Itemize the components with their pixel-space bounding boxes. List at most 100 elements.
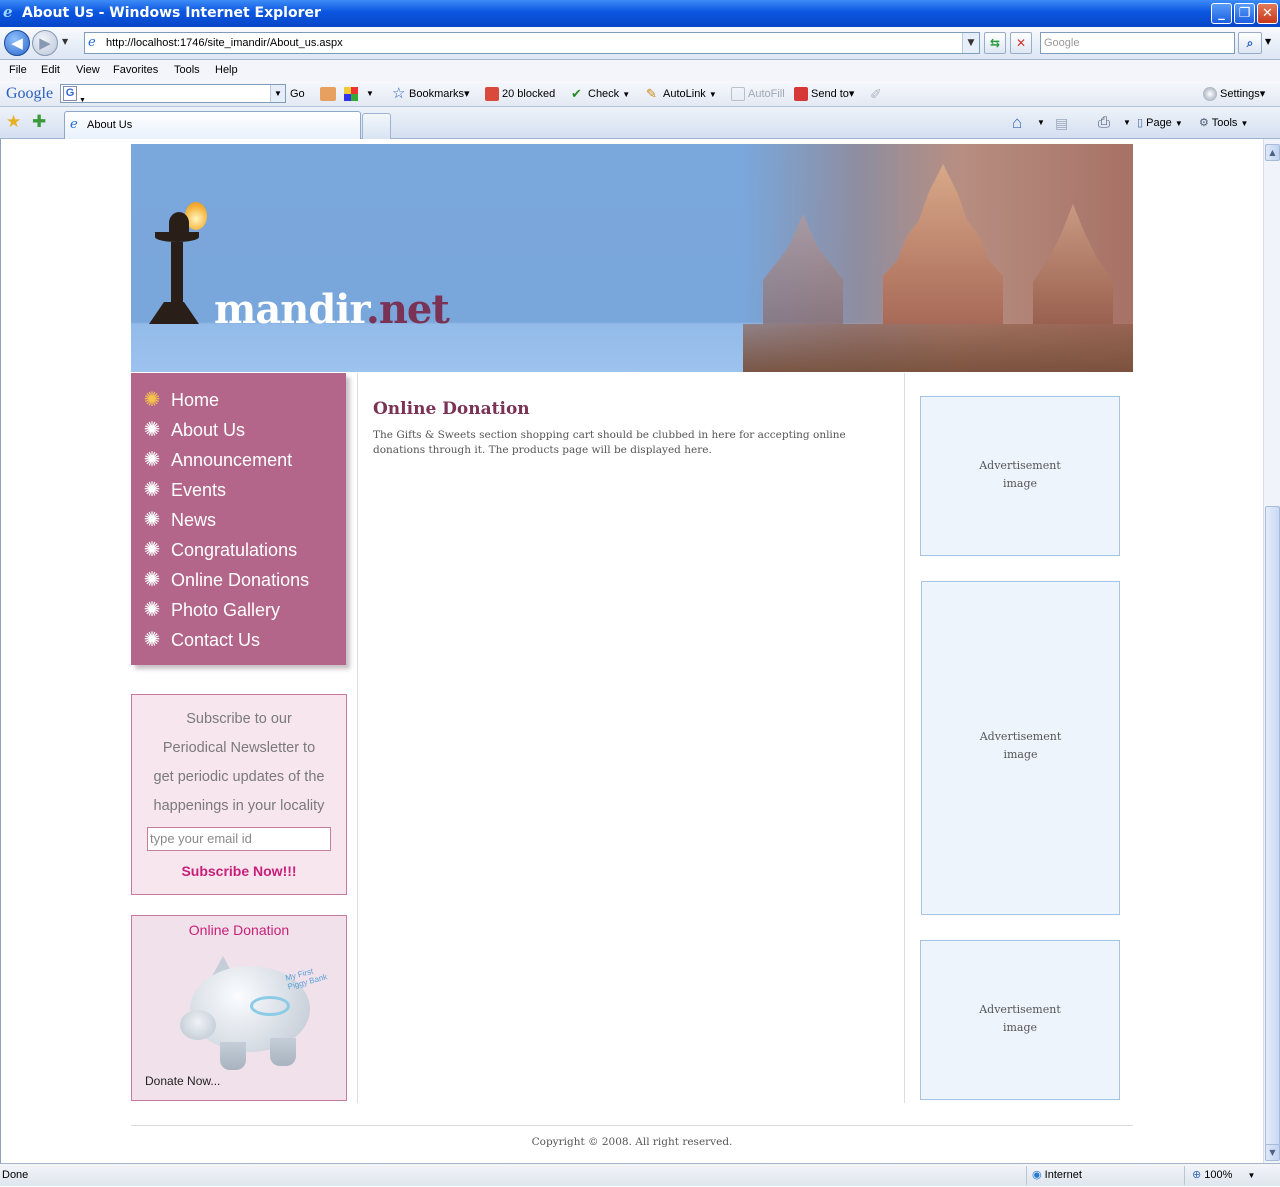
site-logo[interactable]: mandir.net: [214, 286, 450, 334]
subscribe-button[interactable]: Subscribe Now!!!: [132, 863, 346, 879]
scroll-thumb[interactable]: [1265, 506, 1280, 1146]
newsletter-line: Subscribe to our: [186, 711, 292, 727]
piggy-bank-text: My First Piggy Bank: [284, 966, 329, 992]
bookmarks-button[interactable]: ☆ Bookmarks▾: [392, 81, 470, 107]
sun-icon: ✺: [143, 539, 161, 561]
back-button[interactable]: ◀: [4, 30, 30, 56]
advertisement-3[interactable]: Advertisement image: [920, 940, 1120, 1100]
tab-about-us[interactable]: e About Us: [64, 111, 361, 139]
autofill-button[interactable]: AutoFill: [731, 81, 785, 107]
menu-view[interactable]: View: [76, 60, 100, 81]
newsletter-text: Subscribe to our Periodical Newsletter t…: [132, 705, 346, 821]
nav-contact-us[interactable]: ✺ Contact Us: [141, 625, 260, 655]
address-toolbar: ◀ ▶ ▼ e http://localhost:1746/site_imand…: [0, 27, 1280, 60]
nav-online-donations[interactable]: ✺ Online Donations: [141, 565, 309, 595]
forward-button[interactable]: ▶: [32, 30, 58, 56]
restore-button[interactable]: ❐: [1234, 3, 1255, 24]
google-search-dropdown[interactable]: ▼: [270, 85, 285, 102]
send-to-button[interactable]: Send to▾: [794, 81, 854, 107]
page-menu[interactable]: ▯ Page ▼: [1137, 107, 1183, 140]
menu-favorites[interactable]: Favorites: [113, 60, 158, 81]
new-tab-button[interactable]: [362, 113, 391, 139]
footer-divider: [131, 1125, 1133, 1126]
content-divider-right: [904, 373, 905, 1103]
google-g-icon[interactable]: G: [63, 86, 77, 101]
address-url[interactable]: http://localhost:1746/site_imandir/About…: [106, 33, 343, 53]
email-field[interactable]: type your email id: [147, 827, 331, 851]
ad-label: Advertisement: [979, 1003, 1061, 1016]
vertical-scrollbar[interactable]: ▲ ▼: [1263, 139, 1280, 1163]
address-dropdown-icon[interactable]: ▼: [962, 33, 979, 53]
sun-icon: ✺: [143, 599, 161, 621]
home-icon[interactable]: ⌂: [1012, 107, 1022, 139]
newsletter-line: get periodic updates of the: [153, 769, 325, 785]
nav-events[interactable]: ✺ Events: [141, 475, 226, 505]
newsletter-line: happenings in your locality: [153, 798, 325, 814]
nav-home[interactable]: ✺ Home: [141, 385, 219, 415]
google-search-box[interactable]: G ▼ ▼: [60, 84, 286, 104]
toolbar-popup-icon[interactable]: [344, 87, 358, 101]
refresh-button[interactable]: ⇆: [984, 32, 1006, 54]
online-donation-box[interactable]: Online Donation My First Piggy Bank Dona…: [131, 915, 347, 1101]
tab-page-icon: e: [70, 117, 78, 132]
sun-icon: ✺: [143, 419, 161, 441]
scroll-up-arrow[interactable]: ▲: [1265, 144, 1280, 161]
nav-label: Announcement: [171, 450, 293, 470]
window-titlebar: e About Us - Windows Internet Explorer _…: [0, 0, 1280, 27]
print-icon[interactable]: ⎙: [1098, 107, 1110, 139]
settings-button[interactable]: Settings▾: [1203, 81, 1265, 107]
close-window-button[interactable]: ✕: [1257, 3, 1278, 24]
oil-lamp-icon: [149, 202, 207, 326]
nav-news[interactable]: ✺ News: [141, 505, 216, 535]
status-bar: Done ◉ Internet ⊕ 100% ▼: [0, 1163, 1280, 1186]
security-zone[interactable]: ◉ Internet: [1032, 1164, 1082, 1186]
tools-menu[interactable]: ⚙ Tools ▼: [1199, 107, 1248, 140]
search-icon[interactable]: ⌕: [1238, 32, 1262, 54]
donate-now-link[interactable]: Donate Now...: [145, 1074, 220, 1088]
nav-photo-gallery[interactable]: ✺ Photo Gallery: [141, 595, 280, 625]
scroll-down-arrow[interactable]: ▼: [1265, 1144, 1280, 1161]
page-title: Online Donation: [373, 399, 530, 419]
menu-file[interactable]: File: [9, 60, 27, 81]
recent-pages-dropdown[interactable]: ▼: [62, 37, 68, 46]
ad-label: Advertisement: [979, 459, 1061, 472]
advertisement-1[interactable]: Advertisement image: [920, 396, 1120, 556]
menu-bar: File Edit View Favorites Tools Help: [0, 60, 1280, 81]
menu-help[interactable]: Help: [215, 60, 238, 81]
advertisement-2[interactable]: Advertisement image: [921, 581, 1120, 915]
search-options-dropdown[interactable]: ▼: [1265, 37, 1271, 46]
left-navigation: ✺ Home ✺ About Us ✺ Announcement ✺ Events ✺ N…: [131, 373, 346, 665]
toolbar-news-icon[interactable]: [320, 87, 336, 101]
menu-edit[interactable]: Edit: [41, 60, 60, 81]
nav-about-us[interactable]: ✺ About Us: [141, 415, 245, 445]
send-to-icon: [794, 87, 808, 102]
feeds-icon[interactable]: ▤: [1055, 107, 1068, 139]
google-go-button[interactable]: Go: [290, 81, 305, 107]
spellcheck-button[interactable]: ✔ Check ▼: [571, 81, 630, 108]
page-label: Page: [1146, 117, 1172, 129]
autolink-button[interactable]: ✎ AutoLink ▼: [646, 81, 717, 108]
search-input[interactable]: Google: [1040, 32, 1235, 54]
newsletter-box: Subscribe to our Periodical Newsletter t…: [131, 694, 347, 895]
star-icon: ☆: [392, 85, 406, 103]
nav-congratulations[interactable]: ✺ Congratulations: [141, 535, 297, 565]
favorites-center-icon[interactable]: ★: [6, 112, 21, 132]
menu-tools[interactable]: Tools: [174, 60, 200, 81]
print-dropdown[interactable]: ▼: [1123, 107, 1131, 139]
nav-label: Contact Us: [171, 630, 261, 650]
toolbar-popup-dropdown[interactable]: ▼: [366, 81, 374, 107]
home-dropdown[interactable]: ▼: [1037, 107, 1045, 139]
address-bar[interactable]: e http://localhost:1746/site_imandir/Abo…: [84, 32, 980, 54]
add-favorite-icon[interactable]: ✚: [32, 112, 46, 132]
piggy-bank-image: My First Piggy Bank: [180, 946, 330, 1084]
nav-announcement[interactable]: ✺ Announcement: [141, 445, 292, 475]
zoom-control[interactable]: ⊕ 100% ▼: [1192, 1164, 1255, 1187]
popup-blocker-button[interactable]: 20 blocked: [485, 81, 555, 107]
check-label: Check: [588, 88, 620, 100]
minimize-button[interactable]: _: [1211, 3, 1232, 24]
nav-label: About Us: [171, 420, 246, 440]
nav-label: Photo Gallery: [171, 600, 281, 620]
abc-check-icon: ✔: [571, 86, 582, 102]
highlight-icon[interactable]: ✐: [870, 81, 882, 107]
stop-button[interactable]: ✕: [1010, 32, 1032, 54]
